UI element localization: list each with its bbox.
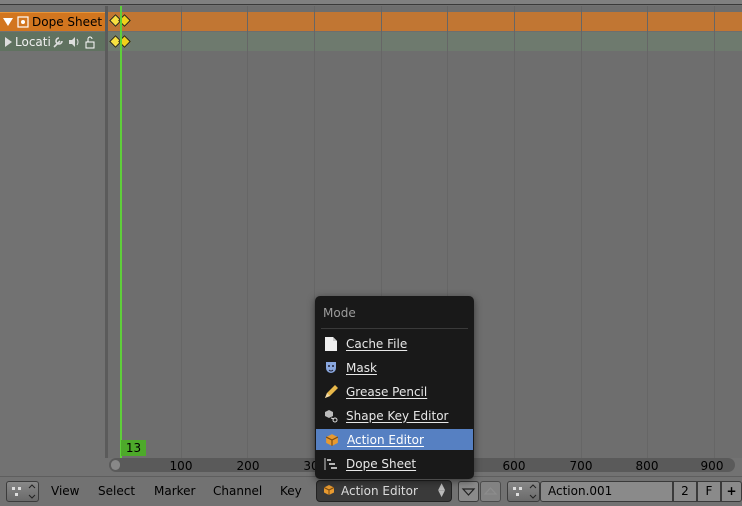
- lock-icon[interactable]: [83, 35, 97, 49]
- grid-line: [647, 6, 648, 458]
- grid-line: [247, 6, 248, 458]
- menu-item-label: Grease Pencil: [346, 384, 428, 399]
- popup-divider: [321, 328, 468, 329]
- channel-summary-row[interactable]: Dope Sheet: [0, 12, 107, 31]
- menu-item-dope-sheet[interactable]: Dope Sheet: [315, 453, 474, 474]
- menu-item-label: Action Editor: [347, 432, 424, 447]
- frame-tick-label: 100: [169, 459, 193, 473]
- dope-sheet-header: View Select Marker Channel Key Action Ed…: [0, 476, 742, 506]
- menu-item-label: Dope Sheet: [346, 456, 417, 471]
- filter-up-button[interactable]: [480, 481, 501, 502]
- menu-select[interactable]: Select: [98, 484, 135, 498]
- channel-list: Dope Sheet Locati: [0, 6, 107, 458]
- menu-item-grease-pencil[interactable]: Grease Pencil: [315, 381, 474, 402]
- action-icon: [324, 432, 340, 448]
- filter-dropdown-button[interactable]: [458, 481, 479, 502]
- expand-triangle-icon[interactable]: [5, 36, 12, 47]
- speaker-icon[interactable]: [67, 35, 81, 49]
- file-icon: [323, 336, 339, 352]
- action-icon: [323, 484, 335, 499]
- current-frame-badge: 13: [121, 440, 146, 456]
- fake-user-button[interactable]: F: [697, 481, 721, 502]
- grid-line: [714, 6, 715, 458]
- dropdown-arrows-icon: ▲ ▼: [438, 482, 445, 499]
- frame-tick-label: 200: [236, 459, 260, 473]
- menu-channel[interactable]: Channel: [213, 484, 262, 498]
- scrollbar-handle[interactable]: [111, 460, 120, 470]
- channel-location-label: Locati: [15, 34, 51, 49]
- frame-tick-label: 700: [569, 459, 593, 473]
- frame-tick-label: 900: [700, 459, 724, 473]
- menu-item-mask[interactable]: Mask: [315, 357, 474, 378]
- pencil-icon: [323, 384, 339, 400]
- new-action-button[interactable]: +: [721, 481, 742, 502]
- channel-summary-label: Dope Sheet: [32, 15, 103, 29]
- frame-tick-label: 800: [635, 459, 659, 473]
- mode-value: Action Editor: [341, 484, 418, 498]
- menu-item-shape-key-editor[interactable]: Shape Key Editor: [315, 405, 474, 426]
- menu-item-label: Shape Key Editor: [346, 408, 449, 423]
- dope-sheet-icon: [323, 456, 339, 472]
- action-browse-button[interactable]: [507, 481, 540, 502]
- frame-tick-label: 600: [502, 459, 526, 473]
- channel-divider[interactable]: [105, 6, 108, 458]
- menu-item-cache-file[interactable]: Cache File: [315, 333, 474, 354]
- playhead[interactable]: [120, 6, 122, 458]
- menu-item-label: Mask: [346, 360, 377, 375]
- menu-marker[interactable]: Marker: [154, 484, 195, 498]
- channel-location-row[interactable]: Locati: [0, 32, 107, 51]
- menu-view[interactable]: View: [51, 484, 79, 498]
- dope-sheet-icon: [16, 15, 30, 29]
- popup-title: Mode: [323, 306, 356, 320]
- mode-dropdown[interactable]: Action Editor ▲ ▼: [316, 480, 452, 502]
- collapse-triangle-icon[interactable]: [3, 18, 13, 26]
- mask-icon: [323, 360, 339, 376]
- grid-line: [514, 6, 515, 458]
- action-users-count[interactable]: 2: [673, 481, 697, 502]
- menu-item-action-editor[interactable]: Action Editor: [316, 429, 473, 450]
- shape-key-icon: [323, 408, 339, 424]
- editor-type-button[interactable]: [6, 481, 39, 502]
- grid-line: [181, 6, 182, 458]
- menu-key[interactable]: Key: [280, 484, 302, 498]
- wrench-icon[interactable]: [51, 35, 65, 49]
- editor-top-border: [0, 0, 742, 5]
- mode-popup-menu: Mode Cache File Mask Grease Pencil Shape…: [315, 296, 474, 479]
- menu-item-label: Cache File: [346, 336, 408, 351]
- grid-line: [581, 6, 582, 458]
- action-name-field[interactable]: Action.001: [540, 481, 673, 502]
